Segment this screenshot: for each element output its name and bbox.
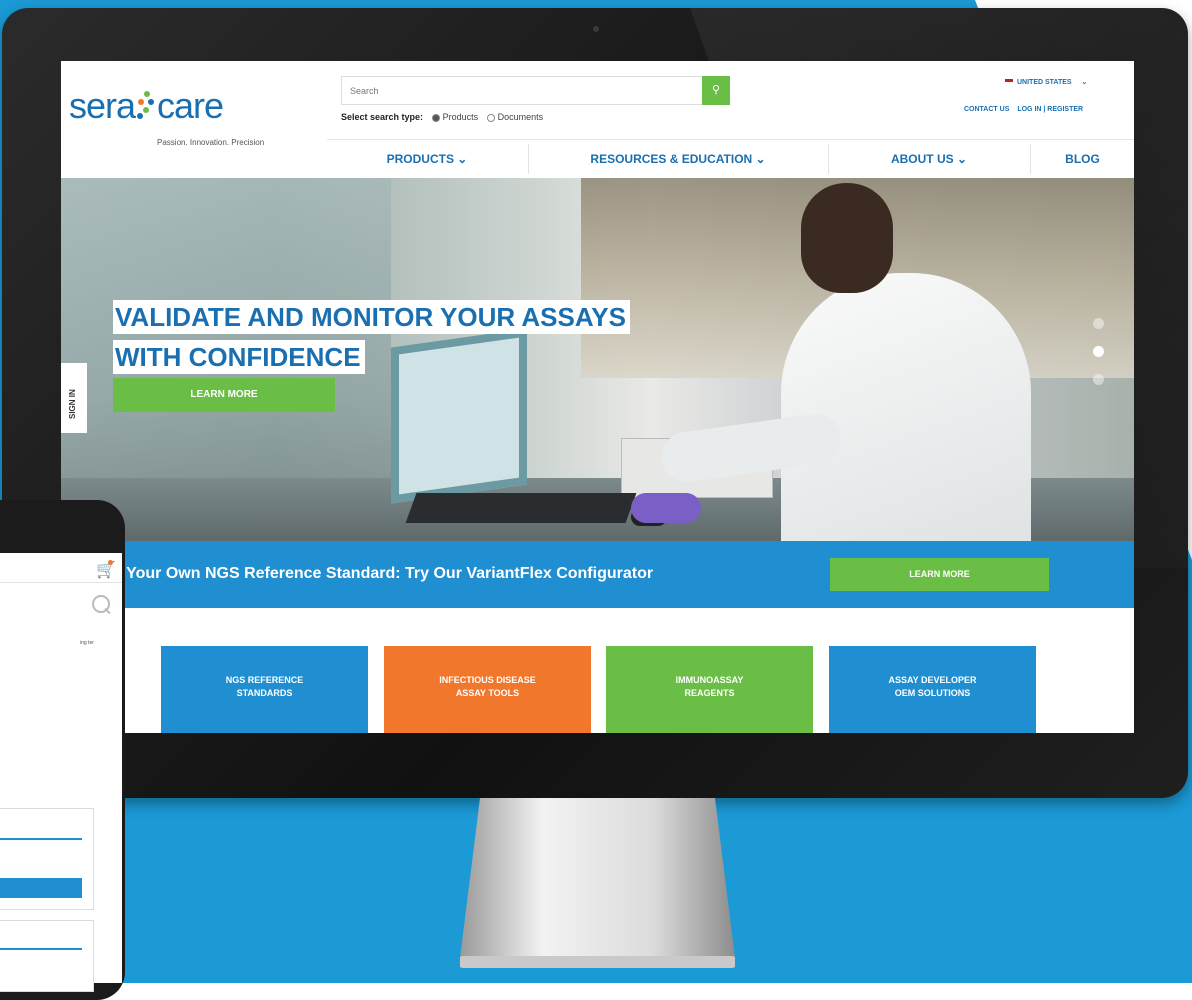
serascare-logo[interactable]: sera care: [69, 85, 224, 127]
mobile-card-rule: [0, 838, 82, 840]
radio-products-label: Products: [442, 112, 479, 122]
search-button[interactable]: ⚲: [702, 76, 730, 105]
mobile-screen: [0, 553, 122, 983]
tile-label: ASSAY DEVELOPER OEM SOLUTIONS: [888, 675, 977, 698]
hero-keyboard: [405, 493, 637, 523]
tile-infectious-disease[interactable]: INFECTIOUS DISEASE ASSAY TOOLS: [384, 646, 591, 733]
nav-blog[interactable]: BLOG: [1031, 140, 1134, 178]
chevron-down-icon: ⌄: [1081, 79, 1088, 86]
promo-banner: Build Your Own NGS Reference Standard: T…: [61, 541, 1134, 608]
hero-scientist-head: [801, 183, 893, 293]
mobile-header-divider: [0, 582, 122, 583]
mobile-card: [0, 920, 94, 992]
top-links: CONTACT US LOG IN | REGISTER: [958, 106, 1083, 113]
logo-text-sera: sera: [69, 85, 136, 126]
logo-text-care: care: [157, 85, 224, 126]
sign-in-tab[interactable]: SIGN IN: [61, 363, 87, 433]
carousel-dot[interactable]: [1093, 374, 1104, 385]
tile-immunoassay-reagents[interactable]: IMMUNOASSAY REAGENTS: [606, 646, 813, 733]
search-input[interactable]: Search: [341, 76, 703, 105]
tile-ngs-reference-standards[interactable]: NGS REFERENCE STANDARDS: [161, 646, 368, 733]
nav-resources[interactable]: RESOURCES & EDUCATION ⌄: [529, 140, 827, 178]
promo-learn-more-button[interactable]: LEARN MORE: [830, 558, 1049, 591]
logo-tagline: Passion. Innovation. Precision: [157, 138, 265, 147]
tile-label: INFECTIOUS DISEASE ASSAY TOOLS: [439, 675, 536, 698]
carousel-dots: [1093, 318, 1104, 402]
country-selector[interactable]: UNITED STATES ⌄: [1005, 78, 1087, 86]
sign-in-label: SIGN IN: [68, 389, 77, 419]
hero-title: VALIDATE AND MONITOR YOUR ASSAYS WITH CO…: [113, 300, 630, 380]
site-header: sera care Passion. Innovation. Precision…: [61, 61, 1134, 178]
login-register-link[interactable]: LOG IN | REGISTER: [1017, 106, 1083, 113]
webcam-icon: [593, 26, 599, 32]
radio-documents[interactable]: [486, 113, 495, 122]
carousel-dot-active[interactable]: [1093, 346, 1104, 357]
tile-assay-developer-oem[interactable]: ASSAY DEVELOPER OEM SOLUTIONS: [829, 646, 1036, 733]
search-type-selector: Select search type: Products Documents: [341, 112, 543, 122]
hero-title-line-1: VALIDATE AND MONITOR YOUR ASSAYS: [113, 300, 630, 334]
search-icon: ⚲: [711, 84, 721, 96]
hero-scientist: [781, 273, 1031, 541]
website-screen: sera care Passion. Innovation. Precision…: [61, 61, 1134, 733]
search-type-label: Select search type:: [341, 112, 424, 122]
hero-learn-more-button[interactable]: LEARN MORE: [113, 378, 335, 412]
promo-banner-text: Build Your Own NGS Reference Standard: T…: [82, 565, 654, 582]
radio-products[interactable]: [431, 113, 440, 122]
main-nav: PRODUCTS ⌄ RESOURCES & EDUCATION ⌄ ABOUT…: [327, 139, 1134, 178]
cart-badge: [108, 560, 113, 565]
tile-label: NGS REFERENCE STANDARDS: [225, 675, 304, 698]
mobile-card-rule: [0, 948, 82, 950]
hero-banner: VALIDATE AND MONITOR YOUR ASSAYS WITH CO…: [61, 178, 1134, 541]
logo-dots-icon: [135, 85, 157, 121]
carousel-dot[interactable]: [1093, 318, 1104, 329]
radio-documents-label: Documents: [497, 112, 544, 122]
nav-about[interactable]: ABOUT US ⌄: [829, 140, 1029, 178]
tile-label: IMMUNOASSAY REAGENTS: [675, 675, 744, 698]
hero-glove: [631, 493, 701, 523]
mobile-snippet-text: ing ter: [80, 640, 94, 646]
us-flag-icon: [1005, 79, 1013, 86]
contact-us-link[interactable]: CONTACT US: [964, 106, 1009, 113]
country-label: UNITED STATES: [1017, 79, 1072, 86]
mobile-card-button[interactable]: [0, 878, 82, 898]
monitor-stand: [460, 798, 735, 968]
nav-products[interactable]: PRODUCTS ⌄: [327, 140, 527, 178]
hero-title-line-2: WITH CONFIDENCE: [113, 340, 365, 374]
